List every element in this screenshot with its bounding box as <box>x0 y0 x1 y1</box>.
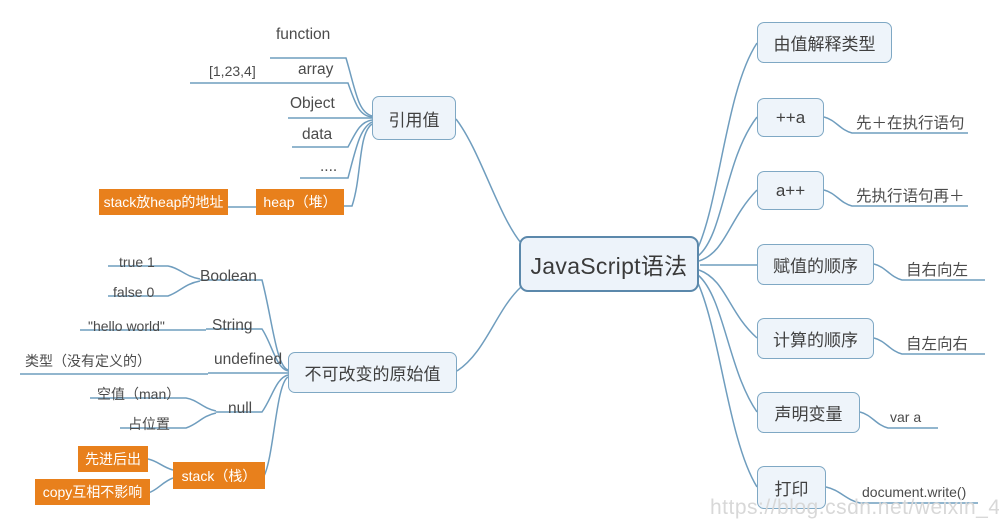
sub-label-text: 类型（没有定义的） <box>25 353 151 369</box>
child-label-text: Object <box>290 95 335 112</box>
mindmap-canvas: JavaScript语法 由值解释类型 ++a 先＋在执行语句 a++ 先执行语… <box>0 0 999 527</box>
center-node-label: JavaScript语法 <box>530 253 688 279</box>
child-label-text: stack（栈） <box>181 467 257 484</box>
sub-label-text: 自左向右 <box>906 336 969 353</box>
primitive-child-stack-copy[interactable]: copy互相不影响 <box>35 479 150 505</box>
sub-label-text: true 1 <box>119 254 155 270</box>
sub-label-text: stack放heap的地址 <box>103 194 224 210</box>
primitive-child-undefined-desc: 类型（没有定义的） <box>25 350 185 372</box>
primitive-child-boolean: Boolean <box>200 266 270 288</box>
topic-node-post-increment[interactable]: a++ <box>757 171 824 210</box>
child-label-text: function <box>276 26 331 43</box>
child-label-text: array <box>298 61 334 78</box>
sub-label-text: 空值（man） <box>97 386 181 402</box>
primitive-child-undefined: undefined <box>214 349 304 371</box>
primitive-child-boolean-false: false 0 <box>113 281 173 303</box>
child-label-text: null <box>228 400 253 417</box>
topic-sub-label-pre-increment: 先＋在执行语句 <box>856 111 999 133</box>
topic-node-evaluation-order[interactable]: 计算的顺序 <box>757 318 874 359</box>
watermark: https://blog.csdn.net/weixin_45174208 <box>710 496 999 519</box>
reference-child-heap-address[interactable]: stack放heap的地址 <box>99 189 228 215</box>
reference-child-heap[interactable]: heap（堆） <box>256 189 344 215</box>
topic-node-declare-variable[interactable]: 声明变量 <box>757 392 860 433</box>
reference-child-ellipsis: .... <box>320 156 360 178</box>
branch-node-reference-value[interactable]: 引用值 <box>372 96 456 140</box>
branch-label: 引用值 <box>388 110 440 130</box>
center-node[interactable]: JavaScript语法 <box>519 236 699 292</box>
primitive-child-stack-lifo[interactable]: 先进后出 <box>78 446 148 472</box>
child-label-text: Boolean <box>200 268 257 285</box>
topic-node-assignment-order[interactable]: 赋值的顺序 <box>757 244 874 285</box>
topic-node-value-type[interactable]: 由值解释类型 <box>757 22 892 63</box>
primitive-child-null: null <box>228 398 278 420</box>
child-label-text: String <box>212 317 253 334</box>
topic-label: a++ <box>775 180 806 200</box>
sub-label-text: false 0 <box>113 284 155 300</box>
topic-label: ++a <box>775 107 806 127</box>
topic-sub-label-declare-variable: var a <box>890 406 970 428</box>
child-label-text: undefined <box>214 351 283 368</box>
branch-label: 不可改变的原始值 <box>304 365 441 384</box>
topic-sub-label-assignment-order: 自右向左 <box>906 258 999 280</box>
topic-label: 计算的顺序 <box>773 331 858 350</box>
sub-label-text: "hello world" <box>88 318 165 334</box>
sub-label-text: copy互相不影响 <box>42 484 143 500</box>
child-label-text: .... <box>320 158 338 175</box>
sub-label-text: 先执行语句再＋ <box>856 188 965 205</box>
sub-label-text: var a <box>890 409 922 425</box>
topic-node-pre-increment[interactable]: ++a <box>757 98 824 137</box>
topic-label: 声明变量 <box>774 405 843 424</box>
sub-label-text: 自右向左 <box>906 262 969 279</box>
topic-label: 由值解释类型 <box>773 35 876 54</box>
sub-label-text: 先＋在执行语句 <box>856 115 965 132</box>
reference-child-object: Object <box>290 93 360 115</box>
primitive-child-string: String <box>212 315 282 337</box>
branch-node-primitive-value[interactable]: 不可改变的原始值 <box>288 352 457 393</box>
primitive-child-null-placeholder: 占位置 <box>128 413 218 435</box>
reference-child-function: function <box>276 24 356 46</box>
sub-label-text: 先进后出 <box>85 451 141 467</box>
primitive-child-boolean-true: true 1 <box>119 251 179 273</box>
reference-child-data: data <box>302 124 362 146</box>
primitive-child-stack[interactable]: stack（栈） <box>173 462 265 489</box>
topic-sub-label-post-increment: 先执行语句再＋ <box>856 184 999 206</box>
child-label-text: data <box>302 126 333 143</box>
sub-label-text: [1,23,4] <box>209 63 256 79</box>
primitive-child-string-example: "hello world" <box>88 315 218 337</box>
topic-sub-label-evaluation-order: 自左向右 <box>906 332 999 354</box>
reference-child-array: array <box>298 59 358 81</box>
primitive-child-null-empty: 空值（man） <box>97 383 207 405</box>
reference-child-array-example: [1,23,4] <box>209 60 289 82</box>
topic-label: 赋值的顺序 <box>773 257 858 276</box>
child-label-text: heap（堆） <box>263 194 337 210</box>
sub-label-text: 占位置 <box>128 416 170 432</box>
